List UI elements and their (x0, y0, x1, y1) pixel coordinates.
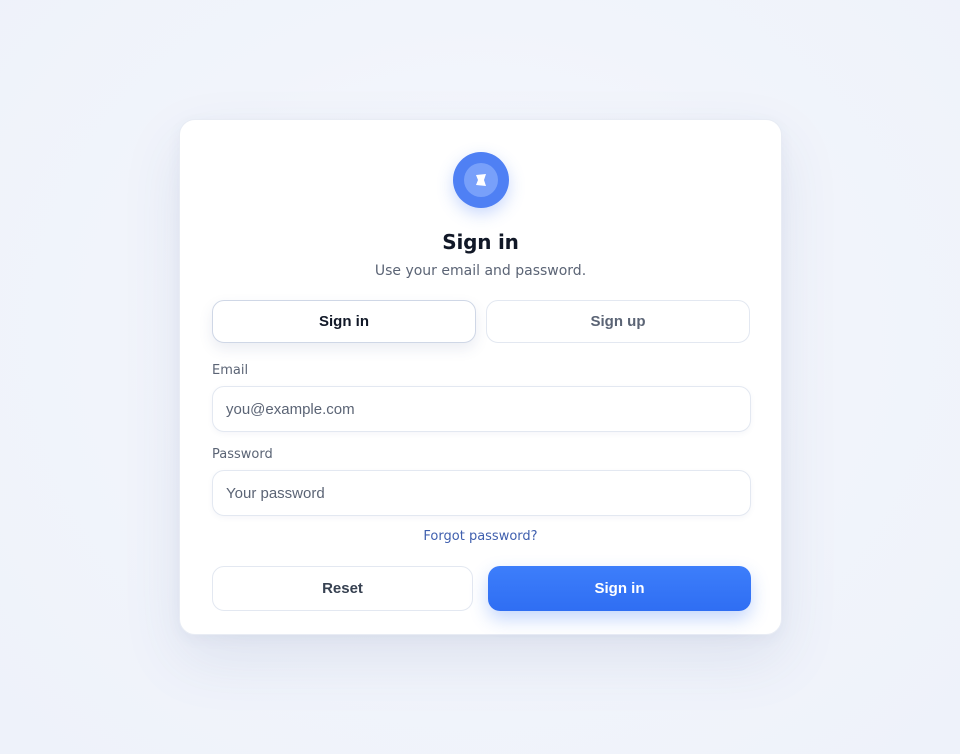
password-input[interactable] (212, 470, 751, 516)
flag-icon (476, 174, 486, 186)
page-title: Sign in (442, 230, 519, 254)
reset-button[interactable]: Reset (212, 566, 473, 611)
sign-in-card: Sign in Use your email and password. Sig… (179, 119, 782, 635)
logo-badge (464, 163, 498, 197)
app-logo (453, 152, 509, 208)
email-input[interactable] (212, 386, 751, 432)
page-subtitle: Use your email and password. (374, 263, 587, 279)
password-label: Password (212, 447, 273, 462)
auth-tabs: Sign in Sign up (212, 300, 751, 344)
forgot-password-link[interactable]: Forgot password? (180, 529, 781, 544)
tab-sign-up[interactable]: Sign up (486, 300, 750, 343)
email-label: Email (212, 363, 249, 378)
tab-sign-in[interactable]: Sign in (212, 300, 476, 343)
sign-in-button[interactable]: Sign in (488, 566, 751, 611)
